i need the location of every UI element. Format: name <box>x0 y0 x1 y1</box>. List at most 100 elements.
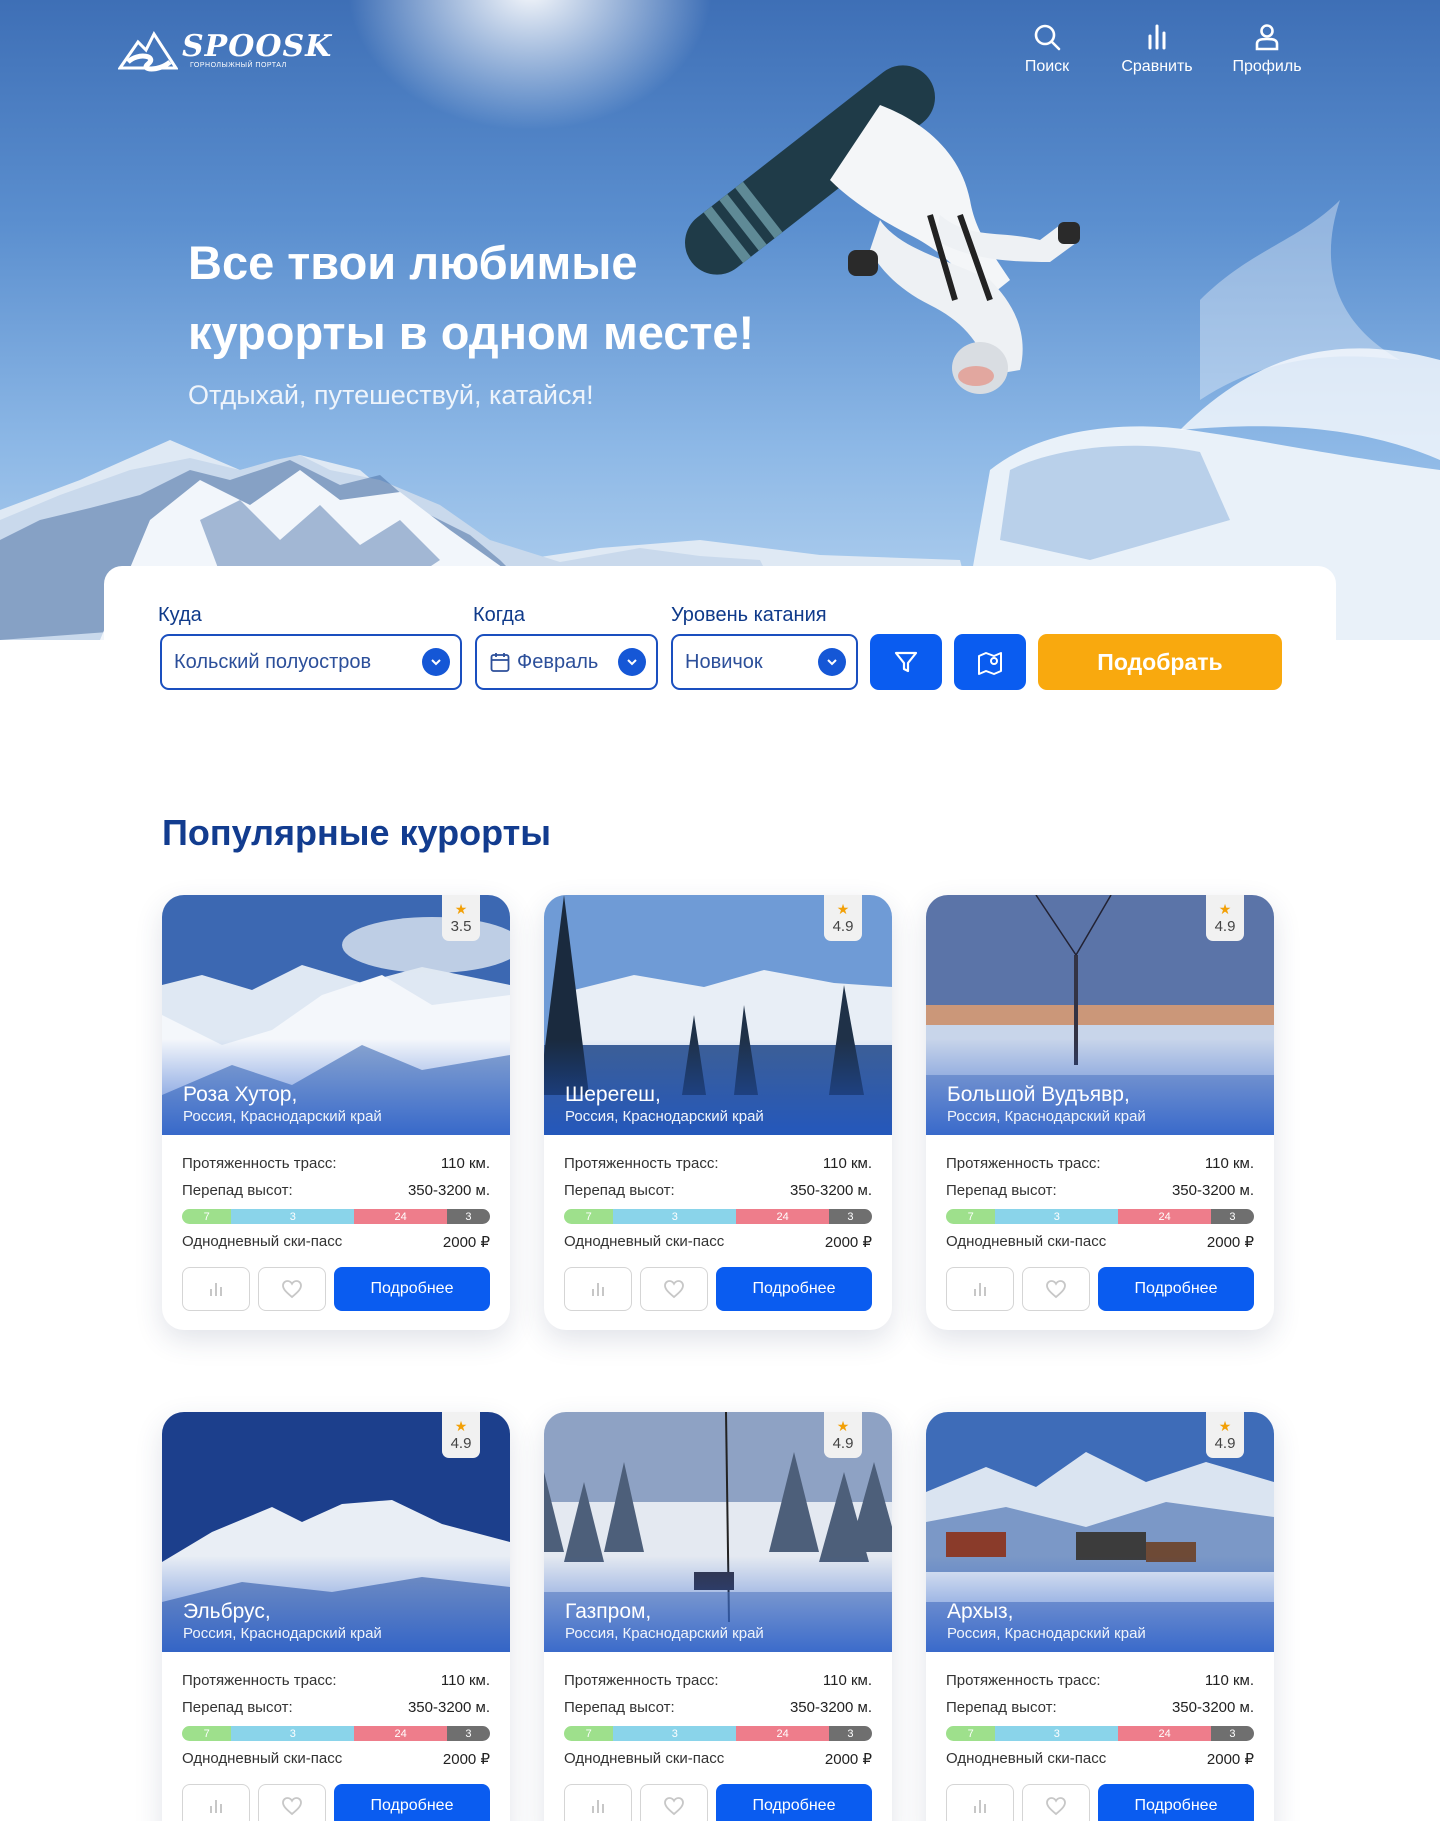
resort-card[interactable]: ★ 4.9 Шерегеш, Россия, Краснодарский кра… <box>544 895 892 1330</box>
rating-value: 4.9 <box>1214 1434 1236 1452</box>
length-label: Протяженность трасс: <box>946 1672 1101 1689</box>
resort-card[interactable]: ★ 4.9 Газпром, Россия, Краснодарский кра… <box>544 1412 892 1821</box>
details-button[interactable]: Подробнее <box>1098 1267 1254 1311</box>
compare-button[interactable] <box>946 1784 1014 1821</box>
map-button[interactable] <box>954 634 1026 690</box>
card-actions: Подробнее <box>564 1784 872 1821</box>
chart-icon <box>592 1800 604 1813</box>
card-actions: Подробнее <box>946 1784 1254 1821</box>
skipass-price: 2000 ₽ <box>442 1234 490 1251</box>
blue-runs: 3 <box>231 1209 355 1224</box>
favorite-button[interactable] <box>640 1267 708 1311</box>
resort-name: Архыз, <box>947 1600 1014 1623</box>
rating-value: 4.9 <box>450 1434 472 1452</box>
drop-row: Перепад высот: 350-3200 м. <box>946 1182 1254 1199</box>
heart-icon <box>1046 1280 1066 1299</box>
favorite-button[interactable] <box>258 1267 326 1311</box>
green-runs: 7 <box>182 1209 232 1224</box>
rating-value: 4.9 <box>832 1434 854 1452</box>
skipass-row: Однодневный ски-пасс 2000 ₽ <box>182 1750 490 1768</box>
resort-region: Россия, Краснодарский край <box>947 1625 1146 1642</box>
length-label: Протяженность трасс: <box>182 1155 337 1172</box>
resort-region: Россия, Краснодарский край <box>565 1625 764 1642</box>
compare-button[interactable] <box>182 1267 250 1311</box>
resort-card[interactable]: ★ 3.5 Роза Хутор, Россия, Краснодарский … <box>162 895 510 1330</box>
rating-value: 4.9 <box>1214 917 1236 935</box>
compare-button[interactable] <box>564 1267 632 1311</box>
rating-badge: ★ 4.9 <box>824 1412 862 1458</box>
when-label: Когда <box>473 604 525 626</box>
nav-compare[interactable]: Сравнить <box>1102 22 1212 76</box>
level-select[interactable]: Новичок <box>671 634 858 690</box>
mountain-logo-icon <box>118 30 178 72</box>
details-button[interactable]: Подробнее <box>334 1784 490 1821</box>
favorite-button[interactable] <box>640 1784 708 1821</box>
rating-badge: ★ 4.9 <box>824 895 862 941</box>
black-runs: 3 <box>828 1209 872 1224</box>
hero-title: Все твои любимые курорты в одном месте! <box>188 236 755 359</box>
skipass-price: 2000 ₽ <box>442 1751 490 1768</box>
difficulty-bar: 7 3 24 3 <box>182 1209 490 1224</box>
details-button[interactable]: Подробнее <box>334 1267 490 1311</box>
logo[interactable]: SPOOSK ГОРНОЛЫЖНЫЙ ПОРТАЛ <box>118 28 332 74</box>
favorite-button[interactable] <box>258 1784 326 1821</box>
skipass-row: Однодневный ски-пасс 2000 ₽ <box>946 1233 1254 1251</box>
compare-button[interactable] <box>946 1267 1014 1311</box>
hero-subtitle: Отдыхай, путешествуй, катайся! <box>188 380 594 410</box>
skipass-price: 2000 ₽ <box>824 1751 872 1768</box>
map-pin-icon <box>978 652 1002 675</box>
rating-value: 3.5 <box>450 917 472 935</box>
skipass-label: Однодневный ски-пасс <box>564 1233 725 1250</box>
compare-button[interactable] <box>182 1784 250 1821</box>
skipass-row: Однодневный ски-пасс 2000 ₽ <box>564 1750 872 1768</box>
black-runs: 3 <box>1210 1209 1254 1224</box>
green-runs: 7 <box>946 1209 996 1224</box>
drop-value: 350-3200 м. <box>407 1699 490 1716</box>
resort-card[interactable]: ★ 4.9 Архыз, Россия, Краснодарский край … <box>926 1412 1274 1821</box>
skipass-label: Однодневный ски-пасс <box>182 1233 343 1250</box>
star-icon: ★ <box>1218 1417 1232 1434</box>
favorite-button[interactable] <box>1022 1267 1090 1311</box>
blue-runs: 3 <box>613 1726 737 1741</box>
skipass-row: Однодневный ски-пасс 2000 ₽ <box>182 1233 490 1251</box>
search-panel: Куда Кольский полуостров Когда Февраль У… <box>104 566 1336 716</box>
black-runs: 3 <box>1210 1726 1254 1741</box>
length-label: Протяженность трасс: <box>182 1672 337 1689</box>
submit-search-button[interactable]: Подобрать <box>1038 634 1282 690</box>
difficulty-bar: 7 3 24 3 <box>946 1726 1254 1741</box>
chevron-down-icon <box>818 648 846 676</box>
heart-icon <box>664 1797 684 1816</box>
details-button[interactable]: Подробнее <box>1098 1784 1254 1821</box>
details-button[interactable]: Подробнее <box>716 1784 872 1821</box>
skipass-label: Однодневный ски-пасс <box>946 1233 1107 1250</box>
when-select[interactable]: Февраль <box>475 634 658 690</box>
where-label: Куда <box>158 604 202 626</box>
filter-button[interactable] <box>870 634 942 690</box>
details-button[interactable]: Подробнее <box>716 1267 872 1311</box>
favorite-button[interactable] <box>1022 1784 1090 1821</box>
resort-name: Эльбрус, <box>183 1600 271 1623</box>
nav-search[interactable]: Поиск <box>992 22 1102 76</box>
chart-icon <box>974 1283 986 1296</box>
drop-value: 350-3200 м. <box>1171 1699 1254 1716</box>
drop-label: Перепад высот: <box>564 1699 675 1716</box>
length-row: Протяженность трасс: 110 км. <box>182 1672 490 1689</box>
length-row: Протяженность трасс: 110 км. <box>946 1155 1254 1172</box>
drop-row: Перепад высот: 350-3200 м. <box>946 1699 1254 1716</box>
level-value: Новичок <box>685 650 763 673</box>
nav-profile[interactable]: Профиль <box>1212 22 1322 76</box>
level-label: Уровень катания <box>671 604 827 626</box>
resort-card[interactable]: ★ 4.9 Большой Вудъявр, Россия, Краснодар… <box>926 895 1274 1330</box>
where-select[interactable]: Кольский полуостров <box>160 634 462 690</box>
resort-region: Россия, Краснодарский край <box>565 1108 764 1125</box>
top-navigation: Поиск Сравнить Профиль <box>992 22 1322 76</box>
chart-icon <box>210 1283 222 1296</box>
black-runs: 3 <box>446 1726 490 1741</box>
red-runs: 24 <box>1118 1209 1211 1224</box>
compare-button[interactable] <box>564 1784 632 1821</box>
resort-card[interactable]: ★ 4.9 Эльбрус, Россия, Краснодарский кра… <box>162 1412 510 1821</box>
green-runs: 7 <box>946 1726 996 1741</box>
star-icon: ★ <box>836 1417 850 1434</box>
resort-region: Россия, Краснодарский край <box>183 1108 382 1125</box>
drop-row: Перепад высот: 350-3200 м. <box>182 1182 490 1199</box>
